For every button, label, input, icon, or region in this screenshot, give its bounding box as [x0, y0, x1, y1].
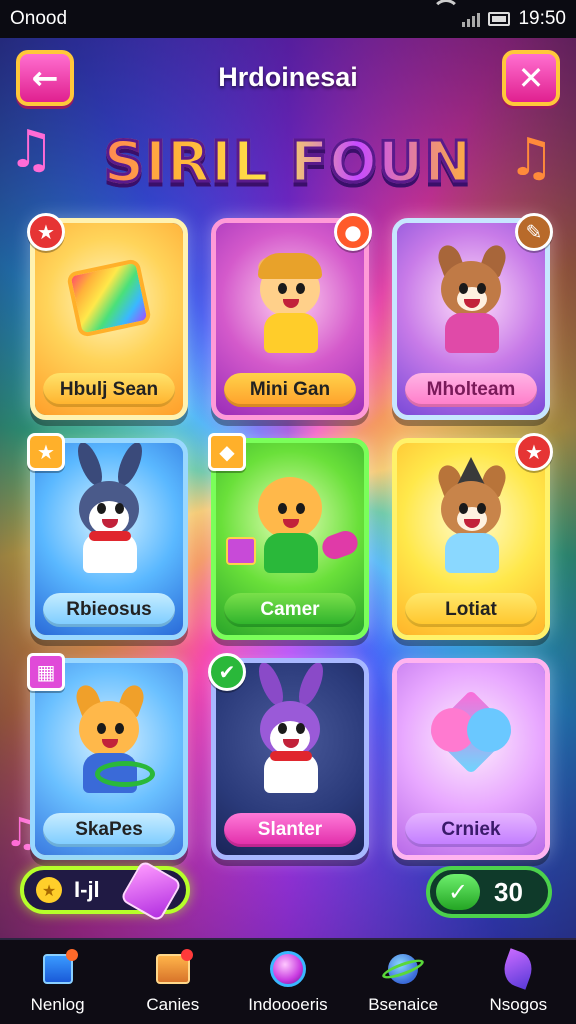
nav-item-nsogos[interactable]: Nsogos	[463, 948, 573, 1015]
star-badge-icon: ★	[27, 433, 65, 471]
star-badge-icon: ★	[27, 213, 65, 251]
nav-item-bsenaice[interactable]: Bsenaice	[348, 949, 458, 1015]
blocks-icon	[38, 949, 78, 989]
nav-label: Nenlog	[30, 995, 85, 1014]
close-icon: ✕	[517, 59, 545, 97]
leaf-icon	[498, 948, 538, 990]
status-bar: Onood 19:50	[0, 0, 576, 38]
nav-label: Canies	[146, 995, 200, 1014]
crystal-badge-icon: ◆	[208, 433, 246, 471]
nav-label: Bsenaice	[368, 995, 439, 1014]
header: ← Hrdoinesai ✕	[0, 44, 576, 110]
card-label: Lotiat	[405, 593, 537, 627]
star-badge-icon: ★	[515, 433, 553, 471]
game-card[interactable]: Mini Gan ●	[211, 213, 372, 420]
wifi-icon	[432, 0, 461, 27]
nav-item-indoooeris[interactable]: Indoooeris	[233, 949, 343, 1015]
star-icon: ★	[36, 877, 62, 903]
card-label: Mholteam	[405, 373, 537, 407]
game-card[interactable]: Camer ◆	[208, 433, 369, 640]
clock: 19:50	[518, 8, 566, 29]
arrow-left-icon: ←	[31, 59, 59, 97]
game-card[interactable]: Hbulj Sean ★	[27, 213, 188, 420]
game-card[interactable]: SkaPes ▦	[27, 653, 188, 860]
toggle-switch[interactable]: ✓ 30	[426, 866, 552, 918]
game-card[interactable]: Rbieosus ★	[27, 433, 188, 640]
check-icon: ✓	[436, 874, 480, 910]
card-label: Mini Gan	[224, 373, 356, 407]
ball-badge-icon: ●	[334, 213, 372, 251]
gem-badge-icon: ▦	[27, 653, 65, 691]
game-grid: Hbulj Sean ★ Mini Gan ● Mholteam ✎ Rbieo…	[27, 213, 553, 860]
game-card[interactable]: Mholteam ✎	[392, 213, 553, 420]
signal-icon	[462, 11, 481, 27]
battery-icon	[488, 12, 511, 26]
nav-label: Nsogos	[489, 995, 548, 1014]
carrier-label: Onood	[10, 8, 68, 29]
page-title: Hrdoinesai	[218, 61, 358, 92]
close-button[interactable]: ✕	[502, 50, 560, 106]
back-button[interactable]: ←	[16, 50, 74, 106]
game-card[interactable]: Slanter ✔	[208, 653, 369, 860]
card-label: Slanter	[224, 813, 356, 847]
planet-icon	[380, 949, 426, 989]
paintbrush-badge-icon: ✎	[515, 213, 553, 251]
status-icons: 19:50	[432, 0, 566, 30]
gem-badge-icon: ✔	[208, 653, 246, 691]
nav-label: Indoooeris	[248, 995, 328, 1014]
progress-text: I-jl	[74, 877, 100, 902]
card-label: Crniek	[405, 813, 537, 847]
game-card[interactable]: Lotiat ★	[392, 433, 553, 640]
card-label: Rbieosus	[43, 593, 175, 627]
nav-item-canies[interactable]: Canies	[118, 949, 228, 1015]
orb-icon	[268, 949, 308, 989]
card-label: SkaPes	[43, 813, 175, 847]
box-icon	[153, 949, 193, 989]
game-card[interactable]: Crniek	[392, 658, 550, 860]
nav-item-nenlog[interactable]: Nenlog	[3, 949, 113, 1015]
card-label: Camer	[224, 593, 356, 627]
card-label: Hbulj Sean	[43, 373, 175, 407]
bottom-nav: Nenlog Canies Indoooeris Bsenaice Nsogos	[0, 938, 576, 1024]
heart-art	[397, 663, 545, 813]
toggle-value: 30	[494, 876, 523, 907]
game-title-logo: SIRIL FOUN	[0, 129, 576, 197]
